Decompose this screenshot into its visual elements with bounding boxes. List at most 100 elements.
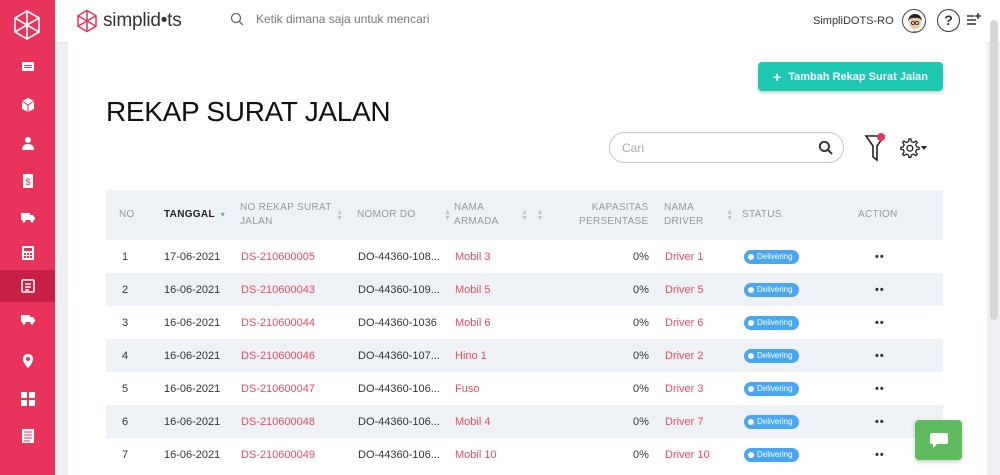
th-status[interactable]: STATUS — [742, 190, 782, 240]
sort-icon: ▴ ▾ — [538, 207, 543, 222]
row-action-menu[interactable]: •• — [875, 240, 885, 273]
cell-driver-link[interactable]: Driver 10 — [665, 438, 710, 471]
table-row[interactable]: 7 16-06-2021 DS-210600049 DO-44360-106..… — [106, 438, 943, 471]
chat-button[interactable] — [915, 420, 962, 460]
sidebar-item-shipment[interactable] — [0, 303, 55, 335]
brand-logo-icon — [77, 9, 97, 33]
cell-kapasitas: 0% — [633, 316, 649, 329]
warehouse-icon — [21, 62, 34, 71]
status-dot-icon — [748, 352, 754, 359]
cell-rekap-link[interactable]: DS-210600005 — [241, 240, 315, 273]
th-tanggal[interactable]: TANGGAL ▾ — [164, 190, 225, 240]
row-action-menu[interactable]: •• — [875, 339, 885, 372]
status-badge: Delivering — [744, 438, 799, 471]
menu-add-icon[interactable] — [966, 12, 982, 28]
global-search[interactable]: Ketik dimana saja untuk mencari — [230, 12, 429, 26]
brand[interactable]: simplid•ts — [75, 8, 182, 34]
row-action-menu[interactable]: •• — [875, 273, 885, 306]
cell-armada-link[interactable]: Fuso — [455, 372, 479, 405]
cell-tanggal: 16-06-2021 — [164, 316, 221, 329]
sort-active-icon: ▾ — [220, 210, 226, 219]
status-dot-icon — [748, 418, 754, 425]
th-kapasitas[interactable]: KAPASITAS PERSENTASE — [579, 190, 649, 240]
sidebar-item-calculator[interactable] — [0, 237, 55, 269]
help-icon[interactable]: ? — [937, 9, 960, 32]
cell-armada-link[interactable]: Hino 1 — [455, 339, 487, 372]
table-row[interactable]: 2 16-06-2021 DS-210600043 DO-44360-109..… — [106, 273, 943, 306]
sidebar-item-warehouse[interactable] — [0, 50, 55, 82]
cell-driver-link[interactable]: Driver 1 — [665, 240, 704, 273]
cell-tanggal: 16-06-2021 — [164, 448, 221, 461]
sidebar-item-invoice[interactable]: $ — [0, 165, 55, 197]
search-icon — [230, 12, 244, 26]
sidebar-item-modules[interactable] — [0, 383, 55, 415]
logo-icon[interactable] — [11, 9, 43, 41]
cell-tanggal: 17-06-2021 — [164, 250, 221, 263]
cell-no: 4 — [122, 349, 129, 362]
cell-rekap-link[interactable]: DS-210600047 — [241, 372, 315, 405]
table-row[interactable]: 3 16-06-2021 DS-210600044 DO-44360-1036 … — [106, 306, 943, 339]
table-row[interactable]: 6 16-06-2021 DS-210600048 DO-44360-106..… — [106, 405, 943, 438]
cell-no: 1 — [122, 250, 129, 263]
cell-armada-link[interactable]: Mobil 6 — [455, 306, 490, 339]
status-badge: Delivering — [744, 372, 799, 405]
row-action-menu[interactable]: •• — [875, 306, 885, 339]
filter-icon[interactable] — [864, 132, 888, 164]
row-action-menu[interactable]: •• — [875, 438, 885, 471]
top-bar: simplid•ts Ketik dimana saja untuk menca… — [55, 0, 1000, 42]
cell-no: 3 — [122, 316, 129, 329]
sidebar-item-delivery[interactable] — [0, 201, 55, 233]
cell-tanggal: 16-06-2021 — [164, 349, 221, 362]
add-rekap-surat-jalan-button[interactable]: + Tambah Rekap Surat Jalan — [758, 62, 943, 91]
settings-dropdown[interactable] — [898, 137, 928, 159]
sidebar-item-customer[interactable] — [0, 127, 55, 159]
table-search-input[interactable] — [622, 141, 802, 155]
th-sort-spacer: ▴ ▾ — [532, 190, 542, 240]
row-action-menu[interactable]: •• — [875, 372, 885, 405]
status-badge: Delivering — [744, 273, 799, 306]
calculator-icon — [21, 246, 34, 260]
th-nama-armada[interactable]: NAMA ARMADA ▴ ▾ — [454, 190, 527, 240]
status-badge: Delivering — [744, 306, 799, 339]
scrollbar[interactable] — [990, 20, 998, 320]
cell-armada-link[interactable]: Mobil 3 — [455, 240, 490, 273]
cell-nomor-do: DO-44360-107... — [358, 349, 440, 362]
grid-icon — [20, 392, 35, 406]
status-dot-icon — [748, 319, 754, 326]
cell-tanggal: 16-06-2021 — [164, 283, 221, 296]
status-dot-icon — [748, 385, 754, 392]
cell-rekap-link[interactable]: DS-210600048 — [241, 405, 315, 438]
sidebar-item-rekap-surat-jalan[interactable] — [0, 270, 55, 302]
avatar[interactable] — [902, 9, 926, 33]
cell-driver-link[interactable]: Driver 6 — [665, 306, 704, 339]
cell-rekap-link[interactable]: DS-210600046 — [241, 339, 315, 372]
sidebar-item-location[interactable] — [0, 345, 55, 377]
th-nomor-do[interactable]: NOMOR DO ▴ ▾ — [357, 190, 450, 240]
status-badge: Delivering — [744, 339, 799, 372]
cell-driver-link[interactable]: Driver 5 — [665, 273, 704, 306]
row-action-menu[interactable]: •• — [875, 405, 885, 438]
search-icon[interactable] — [818, 140, 833, 155]
cell-armada-link[interactable]: Mobil 5 — [455, 273, 490, 306]
cell-rekap-link[interactable]: DS-210600044 — [241, 306, 315, 339]
th-no[interactable]: NO — [119, 190, 135, 240]
table-row[interactable]: 4 16-06-2021 DS-210600046 DO-44360-107..… — [106, 339, 943, 372]
cell-rekap-link[interactable]: DS-210600043 — [241, 273, 315, 306]
rekap-table: NO TANGGAL ▾ NO REKAP SURAT JALAN ▴ ▾ NOMOR … — [106, 190, 943, 471]
th-action: ACTION — [858, 209, 898, 220]
table-row[interactable]: 1 17-06-2021 DS-210600005 DO-44360-108..… — [106, 240, 943, 273]
th-no-rekap[interactable]: NO REKAP SURAT JALAN ▴ ▾ — [240, 190, 342, 240]
cell-armada-link[interactable]: Mobil 10 — [455, 438, 497, 471]
cell-kapasitas: 0% — [633, 250, 649, 263]
cell-armada-link[interactable]: Mobil 4 — [455, 405, 490, 438]
sidebar-item-product[interactable] — [0, 89, 55, 121]
invoice-icon: $ — [22, 174, 33, 188]
th-nama-driver[interactable]: NAMA DRIVER ▴ ▾ — [664, 190, 732, 240]
table-row[interactable]: 5 16-06-2021 DS-210600047 DO-44360-106..… — [106, 372, 943, 405]
cell-driver-link[interactable]: Driver 7 — [665, 405, 704, 438]
cell-rekap-link[interactable]: DS-210600049 — [241, 438, 315, 471]
sidebar-item-reports[interactable] — [0, 420, 55, 452]
user-name[interactable]: SimpliDOTS-RO — [813, 15, 894, 27]
cell-driver-link[interactable]: Driver 3 — [665, 372, 704, 405]
cell-driver-link[interactable]: Driver 2 — [665, 339, 704, 372]
